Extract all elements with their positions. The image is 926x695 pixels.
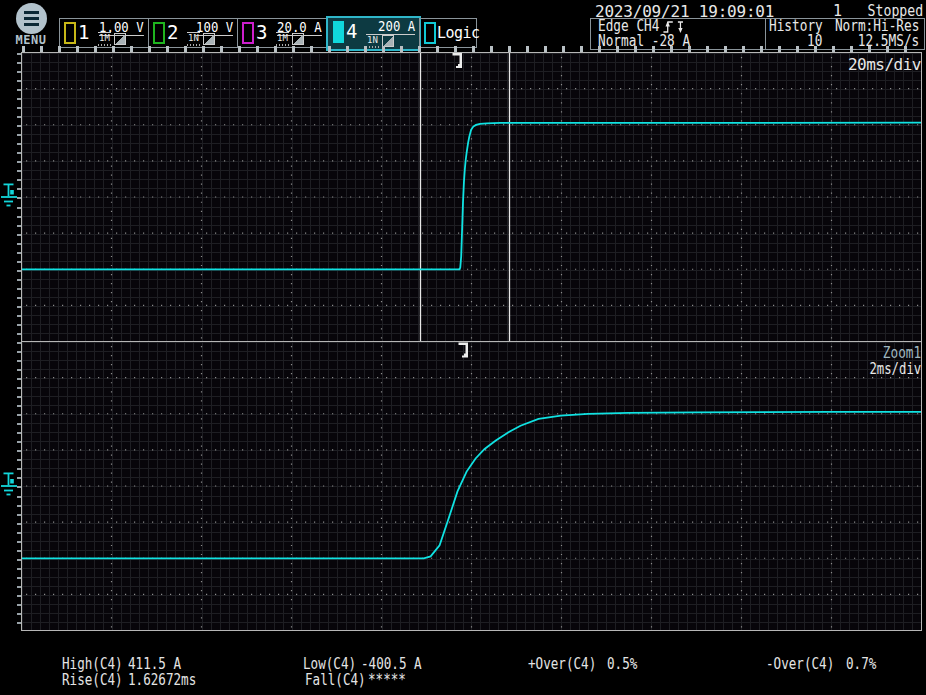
channel-1-coupling-icon bbox=[114, 33, 126, 45]
channel-2-color-swatch bbox=[153, 22, 165, 44]
channel-4-impedance: 1N bbox=[366, 34, 379, 45]
meas-fall-label: Fall(C4) bbox=[305, 671, 366, 689]
channel-4-scale: 200 A bbox=[378, 18, 415, 35]
menu-button[interactable]: MENU bbox=[6, 2, 56, 48]
trigger-box-divider bbox=[765, 19, 766, 49]
channel-2-coupling-icon bbox=[203, 33, 215, 45]
channel-2-box[interactable]: 2 100 V 1N bbox=[148, 18, 238, 48]
meas-rise-value: 1.62672ms bbox=[128, 671, 196, 689]
channel-4-number: 4 bbox=[346, 20, 357, 42]
main-left-ruler bbox=[17, 53, 21, 341]
meas-rise-label: Rise(C4) bbox=[62, 671, 123, 689]
channel-1-number: 1 bbox=[78, 21, 89, 43]
zoom-left-ruler bbox=[17, 342, 21, 630]
meas-pover-value: 0.5% bbox=[607, 655, 637, 673]
channel-3-color-swatch bbox=[242, 22, 254, 44]
zoom-waveform-grid[interactable] bbox=[22, 342, 921, 630]
zoom-timebase: 2ms/div bbox=[869, 360, 921, 378]
logic-color-swatch bbox=[424, 22, 436, 44]
channel-2-number: 2 bbox=[167, 21, 178, 43]
channel-1-box[interactable]: 1 1.00 V 1M bbox=[59, 18, 149, 48]
meas-nover-value: 0.7% bbox=[846, 655, 876, 673]
channel-3-impedance: 1M bbox=[276, 32, 289, 43]
ch4-ground-level-marker[interactable] bbox=[1, 473, 17, 494]
channel-1-impedance: 1M bbox=[98, 32, 111, 43]
channel-3-coupling-icon bbox=[292, 33, 304, 45]
main-waveform-grid[interactable] bbox=[22, 53, 921, 341]
logic-label: Logic bbox=[437, 24, 480, 42]
meas-fall-value: ***** bbox=[368, 671, 406, 689]
meas-nover-label: -Over(C4) bbox=[766, 655, 834, 673]
channel-3-box[interactable]: 3 20.0 A 1M bbox=[237, 18, 327, 48]
ch4-ground-level-marker[interactable] bbox=[1, 184, 17, 205]
logic-box[interactable]: Logic bbox=[419, 18, 477, 48]
channel-4-color-swatch bbox=[333, 21, 344, 43]
channel-2-impedance: 1N bbox=[187, 32, 200, 43]
menu-icon bbox=[16, 3, 47, 34]
channel-3-number: 3 bbox=[256, 21, 267, 43]
oscilloscope-screen: MENU 1 1.00 V 1M 2 100 V 1N 3 20.0 A 1M … bbox=[0, 0, 926, 695]
meas-pover-label: +Over(C4) bbox=[528, 655, 596, 673]
main-timebase: 20ms/div bbox=[848, 55, 921, 74]
top-ruler-ticks bbox=[22, 46, 921, 52]
channel-1-color-swatch bbox=[64, 22, 76, 44]
